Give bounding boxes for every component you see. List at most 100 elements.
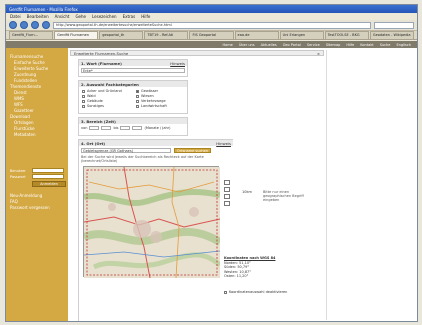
- site-nav-link[interactable]: Hilfe: [346, 43, 354, 47]
- password-input[interactable]: [32, 174, 64, 179]
- to-year-select[interactable]: [132, 126, 143, 130]
- menu-item-view[interactable]: Ansicht: [55, 14, 70, 19]
- zoom-level-icon[interactable]: [224, 194, 230, 199]
- site-nav-link[interactable]: Aktuelles: [261, 43, 277, 47]
- menu-item-file[interactable]: Datei: [10, 14, 21, 19]
- tab[interactable]: geoportal_th: [99, 31, 144, 39]
- from-year-select[interactable]: [101, 126, 112, 130]
- checkbox-icon[interactable]: [136, 94, 139, 98]
- tab[interactable]: TestTOOLSE - BKG: [324, 31, 369, 39]
- forward-icon[interactable]: [20, 21, 28, 29]
- checkbox-icon[interactable]: [82, 94, 85, 98]
- site-nav-link[interactable]: Sitemap: [326, 43, 341, 47]
- zoom-in-icon[interactable]: [224, 180, 230, 185]
- checkbox-icon[interactable]: [136, 99, 139, 103]
- tab-active[interactable]: Gerdfit Flurnamen: [54, 31, 99, 39]
- tab[interactable]: TBT19 - Ref.Ati: [144, 31, 189, 39]
- map-scale-label: 10km: [242, 190, 252, 194]
- tab[interactable]: Gerdfit_Flurn...: [9, 31, 54, 39]
- topographic-map[interactable]: [82, 166, 222, 279]
- category-checkbox[interactable]: Wald: [82, 94, 130, 98]
- hint-link[interactable]: Hinweis: [216, 141, 231, 146]
- tab[interactable]: Geodaten - Wikipedia: [369, 31, 414, 39]
- section-location: 4. Ort (Ort) Hinweis Gebietsgrenze (GR G…: [78, 139, 233, 321]
- site-nav-link[interactable]: Englisch: [396, 43, 411, 47]
- coordinates-title: Koordinaten nach WGS 84: [224, 256, 276, 260]
- from-month-select[interactable]: [89, 126, 100, 130]
- zoom-out-icon[interactable]: [224, 201, 230, 206]
- home-icon[interactable]: [42, 21, 50, 29]
- sidebar-footer-links: Neu-Anmeldung FAQ Passwort vergessen: [10, 193, 64, 211]
- category-checkbox[interactable]: Verkehrswege: [136, 99, 184, 103]
- unit-label: (Monate / Jahr): [144, 126, 171, 130]
- url-text: http://www.geoportal.th.de/erweitertesuc…: [56, 23, 172, 27]
- page-title: Erweiterte Flurnamen-Suche: [74, 50, 129, 56]
- category-checkbox[interactable]: Sonstiges: [82, 104, 130, 108]
- location-hint: Bitte nur einen geographischen Begriff e…: [263, 190, 304, 202]
- category-checkbox-grid: Acker und Grünland Gewässer Wald Wiesen Gebä…: [82, 89, 184, 108]
- login-user-label: Benutzer: [10, 168, 26, 173]
- site-nav-link[interactable]: Über uns: [239, 43, 255, 47]
- username-input[interactable]: [32, 168, 64, 173]
- from-label: von: [81, 126, 88, 130]
- menu-item-help[interactable]: Hilfe: [141, 14, 150, 19]
- category-checkbox[interactable]: Gebäude: [82, 99, 130, 103]
- tab[interactable]: eaa.de: [234, 31, 279, 39]
- hint-link[interactable]: Hinweis: [170, 61, 185, 66]
- sidebar-item[interactable]: Metadaten: [10, 132, 64, 138]
- section-header: 3. Bereich (Zeit): [79, 118, 187, 124]
- category-checkbox[interactable]: Wiesen: [136, 94, 184, 98]
- login-pass-label: Passwort: [10, 174, 26, 179]
- left-sidebar: Flurnamensuche Einfache Suche Erweiterte S…: [6, 48, 68, 321]
- menu-item-bookmarks[interactable]: Lesezeichen: [92, 14, 117, 19]
- search-input[interactable]: [374, 21, 414, 29]
- title-bar: Gerdfit Flurnamen - Mozilla Firefox: [6, 5, 417, 13]
- login-button[interactable]: Anmelden: [32, 181, 66, 187]
- category-label: Gewässer: [141, 89, 159, 93]
- checkbox-icon[interactable]: [136, 89, 139, 93]
- checkbox-icon[interactable]: [82, 89, 85, 93]
- checkbox-icon[interactable]: [82, 104, 85, 108]
- content-divider: [326, 50, 327, 320]
- to-month-select[interactable]: [120, 126, 131, 130]
- menu-item-edit[interactable]: Bearbeiten: [27, 14, 49, 19]
- category-checkbox[interactable]: Gewässer: [136, 89, 184, 93]
- tab[interactable]: Uni Erlangen: [279, 31, 324, 39]
- site-nav-link[interactable]: Geo Portal: [283, 43, 301, 47]
- section-title: 3. Bereich (Zeit): [81, 118, 116, 124]
- url-bar[interactable]: http://www.geoportal.th.de/erweitertesuc…: [53, 21, 371, 29]
- checkbox-icon[interactable]: [224, 290, 227, 294]
- menu-item-tools[interactable]: Extras: [123, 14, 136, 19]
- map-view[interactable]: [82, 166, 222, 279]
- section-title: 4. Ort (Ort): [81, 140, 106, 146]
- coord-deactivate-label: Koordinatenauswahl deaktivieren: [229, 290, 288, 294]
- section-title: 1. Wort (Flurname): [81, 60, 122, 66]
- forgot-password-link[interactable]: Passwort vergessen: [10, 205, 64, 211]
- login-user-row: Benutzer: [10, 168, 64, 173]
- zoom-level-icon[interactable]: [224, 187, 230, 192]
- coordinates-panel: Koordinaten nach WGS 84 Norden: 51,10° S…: [224, 256, 275, 279]
- back-icon[interactable]: [9, 21, 17, 29]
- tab[interactable]: FIS Geoportal: [189, 31, 234, 39]
- location-input[interactable]: Gebietsgrenze (GR Gothaes): [81, 148, 171, 153]
- coord-deactivate-checkbox[interactable]: Koordinatenauswahl deaktivieren: [224, 290, 287, 294]
- checkbox-icon[interactable]: [136, 104, 139, 108]
- site-nav-link[interactable]: Home: [223, 43, 233, 47]
- checkbox-icon[interactable]: [82, 99, 85, 103]
- site-nav-link[interactable]: Kontakt: [360, 43, 373, 47]
- site-nav-link[interactable]: Service: [307, 43, 320, 47]
- reload-icon[interactable]: [31, 21, 39, 29]
- menu-item-go[interactable]: Gehe: [75, 14, 86, 19]
- search-location-button[interactable]: Ortsname suchen: [174, 148, 211, 153]
- section-time: 3. Bereich (Zeit) von bis (Monate / Jahr…: [78, 117, 188, 136]
- search-title-bar: Erweiterte Flurnamen-Suche ×: [70, 50, 324, 56]
- category-checkbox[interactable]: Landwirtschaft: [136, 104, 184, 108]
- category-checkbox[interactable]: Acker und Grünland: [82, 89, 130, 93]
- category-label: Acker und Grünland: [87, 89, 122, 93]
- site-nav-link[interactable]: Suche: [380, 43, 391, 47]
- flurname-input[interactable]: Ente*: [81, 68, 185, 73]
- sidebar-nav-list: Flurnamensuche Einfache Suche Erweiterte S…: [10, 54, 64, 138]
- tab-bar: Gerdfit_Flurn... Gerdfit Flurnamen geopo…: [6, 31, 417, 40]
- close-icon[interactable]: ×: [317, 51, 320, 56]
- navigation-toolbar: http://www.geoportal.th.de/erweitertesuc…: [6, 20, 417, 31]
